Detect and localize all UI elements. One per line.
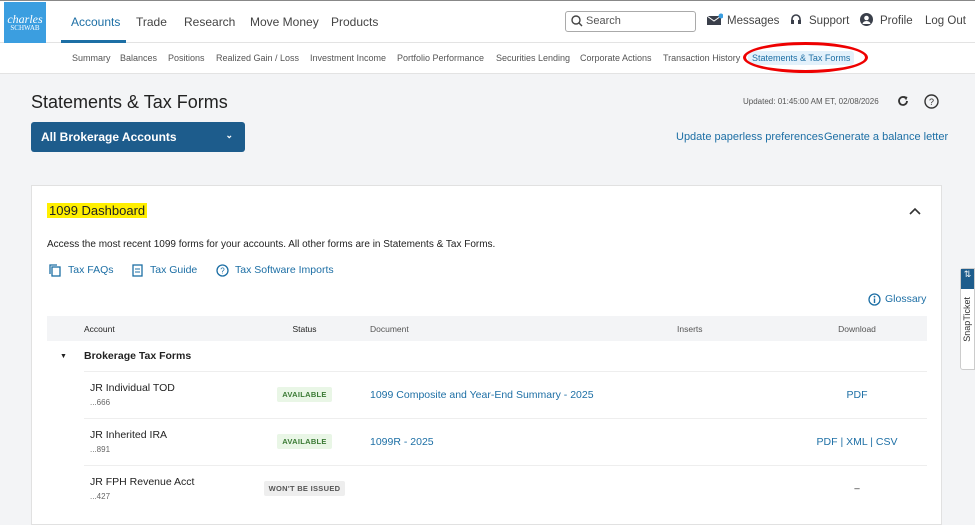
table-header: Account Status Document Inserts Download [47,316,927,341]
guide-icon [132,264,143,277]
col-download: Download [787,316,927,341]
subnav-corporate-actions[interactable]: Corporate Actions [580,53,652,63]
subnav-realized-gain-loss[interactable]: Realized Gain / Loss [216,53,299,63]
top-nav-bar: charles SCHWAB Accounts Trade Research Mo… [0,0,975,43]
col-account: Account [84,316,239,341]
collapse-chevron-icon[interactable] [909,207,921,215]
svg-text:?: ? [220,267,225,276]
subnav-positions[interactable]: Positions [168,53,205,63]
account-number: ...891 [90,445,111,454]
search-input[interactable]: Search [565,11,696,32]
subnav-portfolio-performance[interactable]: Portfolio Performance [397,53,484,63]
account-name: JR Inherited IRA [90,429,168,441]
dashboard-description: Access the most recent 1099 forms for yo… [47,239,496,250]
chevron-down-icon: ⌄ [225,130,233,140]
subnav-transaction-history[interactable]: Transaction History [663,53,740,63]
refresh-icon[interactable] [897,95,909,107]
nav-trade[interactable]: Trade [136,15,167,29]
download-xml-link[interactable]: XML [846,436,867,448]
svg-text:?: ? [929,97,934,107]
updated-timestamp: Updated: 01:45:00 AM ET, 02/08/2026 [743,97,879,106]
download-pdf-link[interactable]: PDF [847,389,868,401]
account-selector-dropdown[interactable]: All Brokerage Accounts ⌄ [31,122,245,152]
dashboard-title: 1099 Dashboard [47,203,148,218]
update-paperless-link[interactable]: Update paperless preferences [676,131,823,143]
nav-move-money[interactable]: Move Money [250,15,319,29]
nav-accounts[interactable]: Accounts [71,15,120,29]
support-link[interactable]: Support [809,15,849,27]
document-link[interactable]: 1099R - 2025 [370,436,434,448]
subnav-securities-lending[interactable]: Securities Lending [496,53,570,63]
help-icon[interactable]: ? [924,94,939,109]
headset-icon [791,14,801,24]
search-icon [571,15,583,27]
subnav-balances[interactable]: Balances [120,53,157,63]
table-row: JR Inherited IRA ...891 AVAILABLE 1099R -… [47,417,927,465]
page-title: Statements & Tax Forms [31,92,228,112]
copy-icon [49,264,61,277]
messages-icon[interactable] [707,13,723,26]
account-number: ...666 [90,398,111,407]
swap-icon: ⇅ [961,269,974,289]
nav-research[interactable]: Research [184,15,235,29]
subnav-summary[interactable]: Summary [72,53,111,63]
group-label: Brokerage Tax Forms [84,349,192,362]
document-link[interactable]: 1099 Composite and Year-End Summary - 20… [370,389,594,401]
status-badge: AVAILABLE [277,387,332,402]
group-row[interactable]: ▼ Brokerage Tax Forms [47,341,927,371]
schwab-logo[interactable]: charles SCHWAB [4,2,46,43]
account-name: JR Individual TOD [90,382,175,394]
tax-faqs-link[interactable]: Tax FAQs [68,264,114,276]
download-csv-link[interactable]: CSV [876,436,898,448]
profile-icon [860,13,873,26]
nav-products[interactable]: Products [331,15,378,29]
col-document: Document [370,316,677,341]
download-pdf-link[interactable]: PDF [817,436,838,448]
table-row: JR Individual TOD ...666 AVAILABLE 1099 C… [47,370,927,418]
profile-link[interactable]: Profile [880,15,913,27]
tax-forms-table: Account Status Document Inserts Download… [47,316,927,512]
logout-link[interactable]: Log Out [925,15,966,27]
download-none: – [854,483,860,495]
col-inserts: Inserts [677,316,787,341]
question-circle-icon: ? [216,264,229,277]
caret-down-icon[interactable]: ▼ [47,341,84,371]
tax-software-imports-link[interactable]: Tax Software Imports [235,264,334,276]
glossary-link[interactable]: Glossary [885,293,926,305]
status-badge: AVAILABLE [277,434,332,449]
snapticket-label: SnapTicket [962,297,972,342]
subnav-investment-income[interactable]: Investment Income [310,53,386,63]
balance-letter-link[interactable]: Generate a balance letter [824,131,948,143]
messages-link[interactable]: Messages [727,15,779,27]
account-name: JR FPH Revenue Acct [90,476,195,489]
info-icon [868,293,881,306]
status-badge: WON'T BE ISSUED [263,481,346,497]
col-status: Status [239,316,370,341]
dashboard-card: 1099 Dashboard Access the most recent 10… [31,185,942,525]
snapticket-tab[interactable]: ⇅ SnapTicket [960,268,975,370]
table-row: JR FPH Revenue Acct ...427 WON'T BE ISSUE… [47,464,927,512]
account-number: ...427 [90,492,111,502]
red-annotation-circle [743,42,868,73]
tax-guide-link[interactable]: Tax Guide [150,264,197,276]
